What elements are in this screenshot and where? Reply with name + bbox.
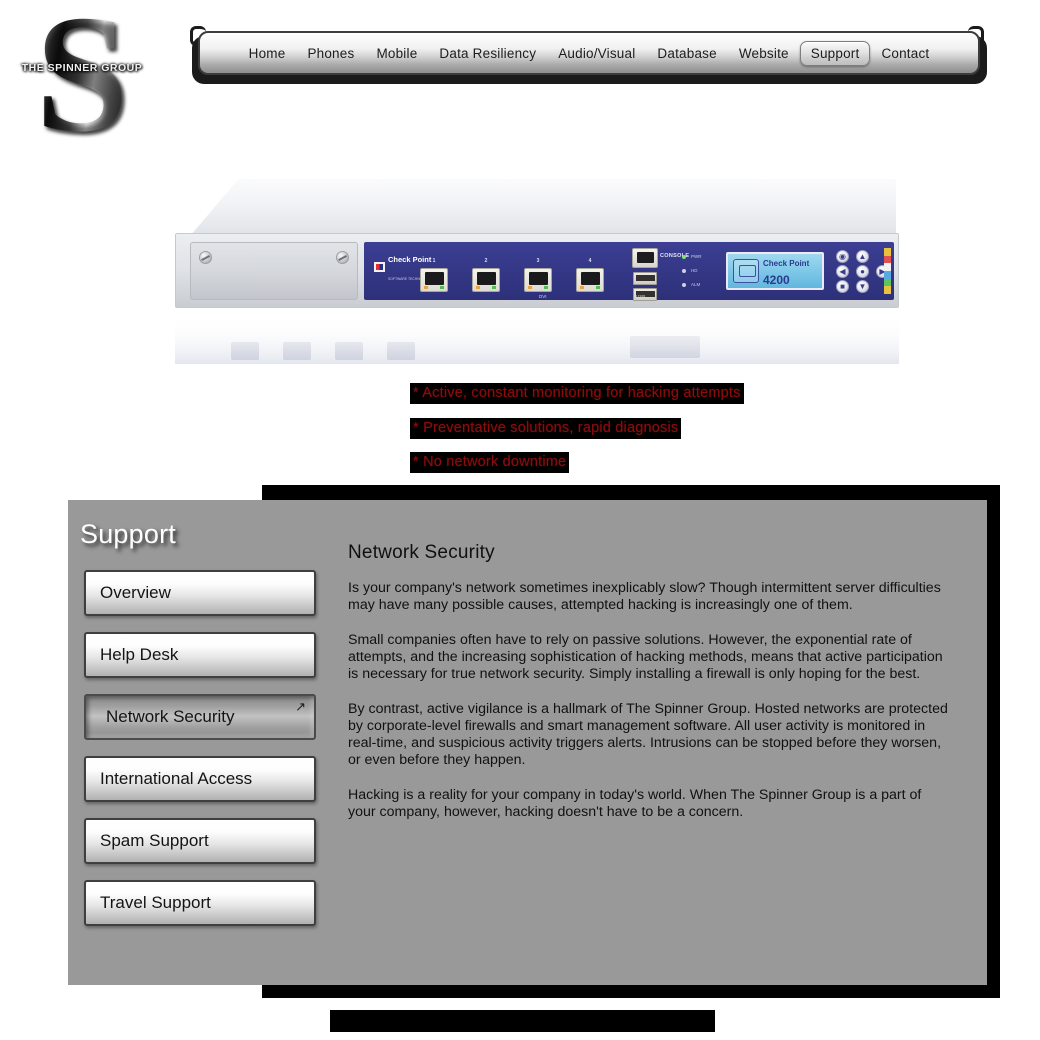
keypad-left-icon[interactable]: ◀ (836, 265, 849, 278)
status-led-alm: ALM (682, 282, 700, 287)
status-led-hd: HD (682, 268, 698, 273)
ethernet-port-3 (524, 268, 552, 292)
port-label-4: 4 (588, 258, 592, 264)
ethernet-port-4 (576, 268, 604, 292)
ethernet-port-2 (472, 268, 500, 292)
logo-s-glyph: S (12, 0, 152, 158)
keypad-down-icon[interactable]: ▼ (856, 280, 869, 293)
keypad-up-icon[interactable]: ▲ (856, 250, 869, 263)
status-led-pwr-label: PWR (691, 254, 702, 259)
nav-item-contact[interactable]: Contact (870, 41, 940, 66)
bullet-no-downtime: * No network downtime (410, 452, 570, 473)
main-navigation: Home Phones Mobile Data Resiliency Audio… (198, 31, 980, 75)
bullet-monitoring: * Active, constant monitoring for hackin… (410, 383, 744, 404)
footer-bar (330, 1010, 715, 1032)
sidebar-item-spam-support[interactable]: Spam Support (84, 818, 316, 864)
sidebar-item-label: Overview (100, 583, 171, 602)
page-root: S S THE SPINNER GROUP Home Phones Mobile… (0, 0, 1040, 1040)
appliance-blue-panel: Check Point SOFTWARE TECHNOLOGIES LTD 1 … (364, 242, 894, 301)
lcd-brand-text: Check Point (763, 259, 810, 268)
sidebar-item-label: Network Security (106, 707, 235, 726)
appliance-left-bezel (190, 242, 358, 300)
sidebar-item-label: International Access (100, 769, 253, 788)
sidebar-item-label: Help Desk (100, 645, 179, 664)
appliance-led-strip (884, 248, 891, 295)
appliance-chassis-top (190, 178, 896, 236)
usb-port-label: USB (636, 294, 646, 299)
usb-port-1 (633, 272, 657, 285)
port-label-2: 2 (484, 258, 488, 264)
nav-item-database[interactable]: Database (646, 41, 727, 66)
sidebar-item-international-access[interactable]: International Access (84, 756, 316, 802)
nav-item-audio-visual[interactable]: Audio/Visual (547, 41, 646, 66)
nav-item-support[interactable]: Support (799, 40, 871, 66)
keypad-menu-icon[interactable]: ■ (836, 280, 849, 293)
status-led-alm-label: ALM (691, 282, 701, 287)
paragraph-vigilance: By contrast, active vigilance is a hallm… (348, 701, 948, 768)
lcd-model-text: 4200 (763, 273, 790, 287)
sidebar-item-label: Spam Support (100, 831, 209, 850)
ethernet-port-1 (420, 268, 448, 292)
bezel-screw-left (199, 251, 212, 264)
site-logo[interactable]: S S THE SPINNER GROUP (12, 0, 152, 161)
nav-item-home[interactable]: Home (238, 41, 297, 66)
keypad-power-icon[interactable]: ◉ (836, 250, 849, 263)
support-sidebar: Overview Help Desk Network Security ↗ In… (84, 570, 316, 942)
sidebar-item-label: Travel Support (100, 893, 211, 912)
bullet-preventative: * Preventative solutions, rapid diagnosi… (410, 418, 682, 439)
console-port (632, 248, 658, 268)
nav-item-website[interactable]: Website (728, 41, 800, 66)
port-label-3: 3 (536, 258, 540, 264)
appliance-product-image: Check Point SOFTWARE TECHNOLOGIES LTD 1 … (172, 178, 912, 366)
bezel-screw-right (336, 251, 349, 264)
logo-wordmark: THE SPINNER GROUP (21, 62, 143, 74)
status-led-hd-label: HD (691, 268, 698, 273)
nav-item-data-resiliency[interactable]: Data Resiliency (428, 41, 547, 66)
nav-item-mobile[interactable]: Mobile (365, 41, 428, 66)
appliance-keypad: ◉ ▲ ◀ ● ▶ ■ ▼ (836, 250, 889, 294)
appliance-reflection (175, 308, 899, 364)
status-led-pwr: PWR (682, 254, 702, 259)
dvi-port-label: DVI (539, 294, 547, 299)
lcd-monitor-icon (733, 259, 759, 283)
sidebar-item-network-security[interactable]: Network Security ↗ (84, 694, 316, 740)
page-title: Network Security (348, 542, 495, 563)
appliance-front-face: Check Point SOFTWARE TECHNOLOGIES LTD 1 … (175, 233, 899, 308)
nav-item-phones[interactable]: Phones (296, 41, 365, 66)
main-content: Network Security Is your company's netwo… (348, 542, 952, 839)
paragraph-conclusion: Hacking is a reality for your company in… (348, 787, 922, 820)
sidebar-item-travel-support[interactable]: Travel Support (84, 880, 316, 926)
appliance-lcd-display: Check Point 4200 (726, 252, 824, 290)
paragraph-passive: Small companies often have to rely on pa… (348, 632, 943, 682)
arrow-up-right-icon: ↗ (295, 699, 306, 714)
panel-title: Support (80, 519, 176, 549)
paragraph-intro: Is your company's network sometimes inex… (348, 580, 941, 613)
keypad-enter-icon[interactable]: ● (856, 265, 869, 278)
sidebar-item-overview[interactable]: Overview (84, 570, 316, 616)
sidebar-item-help-desk[interactable]: Help Desk (84, 632, 316, 678)
port-label-1: 1 (432, 258, 436, 264)
checkpoint-mark-icon (374, 262, 385, 272)
